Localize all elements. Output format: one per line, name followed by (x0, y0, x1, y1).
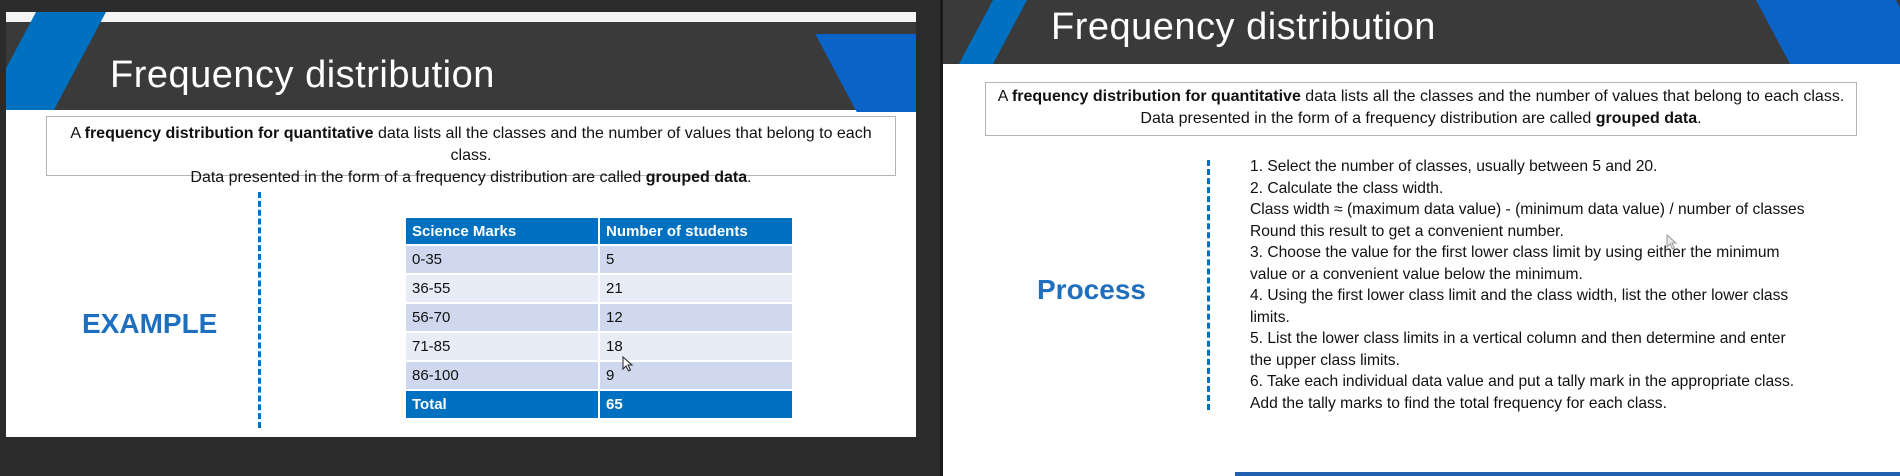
dashed-divider (258, 192, 261, 428)
frequency-cell: 12 (600, 304, 794, 333)
slide-title: Frequency distribution (110, 54, 495, 96)
total-value: 65 (600, 391, 794, 420)
definition-line-2: Data presented in the form of a frequenc… (1140, 110, 1702, 127)
process-step-line: 6. Take each individual data value and p… (1250, 373, 1795, 390)
process-step-line: 4. Using the first lower class limit and… (1250, 287, 1789, 304)
slide-process: Frequency distribution A frequency distr… (943, 0, 1900, 476)
total-label: Total (406, 391, 600, 420)
header-science-marks: Science Marks (406, 218, 600, 246)
table-row: 71-85 18 (406, 333, 794, 362)
definition-line-2: Data presented in the form of a frequenc… (190, 169, 752, 186)
process-step-line: 5. List the lower class limits in a vert… (1250, 330, 1786, 347)
process-step-line: value or a convenient value below the mi… (1250, 265, 1583, 283)
process-step-line: Round this result to get a convenient nu… (1250, 222, 1564, 240)
bottom-accent-bar (1235, 472, 1900, 476)
table-row: 56-70 12 (406, 304, 794, 333)
process-label: Process (1037, 274, 1146, 305)
mouse-cursor-icon (1666, 234, 1678, 250)
frequency-cell: 5 (600, 246, 794, 275)
process-step-line: Class width ≈ (maximum data value) - (mi… (1250, 201, 1805, 218)
class-cell: 86-100 (406, 362, 600, 391)
table-row: 0-35 5 (406, 246, 794, 275)
definition-box: A frequency distribution for quantitativ… (46, 116, 896, 186)
process-step-line: 1. Select the number of classes, usually… (1250, 158, 1658, 175)
process-step-line: limits. (1250, 308, 1290, 326)
left-video-pane: Frequency distribution A frequency distr… (0, 0, 940, 476)
slide-title: Frequency distribution (1051, 6, 1436, 48)
slide-top-strip (6, 12, 916, 22)
mouse-cursor-icon (622, 356, 634, 372)
class-cell: 71-85 (406, 333, 600, 362)
example-label: EXAMPLE (82, 308, 218, 339)
frequency-cell: 21 (600, 275, 794, 304)
process-step-line: 2. Calculate the class width. (1250, 179, 1444, 197)
process-steps: 1. Select the number of classes, usually… (1250, 156, 1890, 414)
definition-box: A frequency distribution for quantitativ… (985, 82, 1857, 136)
table-row: 86-100 9 (406, 362, 794, 391)
definition-line-1: A frequency distribution for quantitativ… (997, 88, 1845, 105)
table-header-row: Science Marks Number of students (406, 218, 794, 246)
class-cell: 56-70 (406, 304, 600, 333)
process-step-line: 3. Choose the value for the first lower … (1250, 244, 1780, 261)
dashed-divider (1207, 160, 1210, 410)
slide-example: Frequency distribution A frequency distr… (6, 12, 916, 437)
header-number-of-students: Number of students (600, 218, 794, 246)
table-row: 36-55 21 (406, 275, 794, 304)
class-cell: 0-35 (406, 246, 600, 275)
process-step-line: Add the tally marks to find the total fr… (1250, 394, 1667, 412)
table-total-row: Total 65 (406, 391, 794, 420)
definition-line-1: A frequency distribution for quantitativ… (70, 125, 872, 164)
class-cell: 36-55 (406, 275, 600, 304)
frequency-table: Science Marks Number of students 0-35 5 … (406, 218, 794, 420)
process-step-line: the upper class limits. (1250, 351, 1400, 369)
